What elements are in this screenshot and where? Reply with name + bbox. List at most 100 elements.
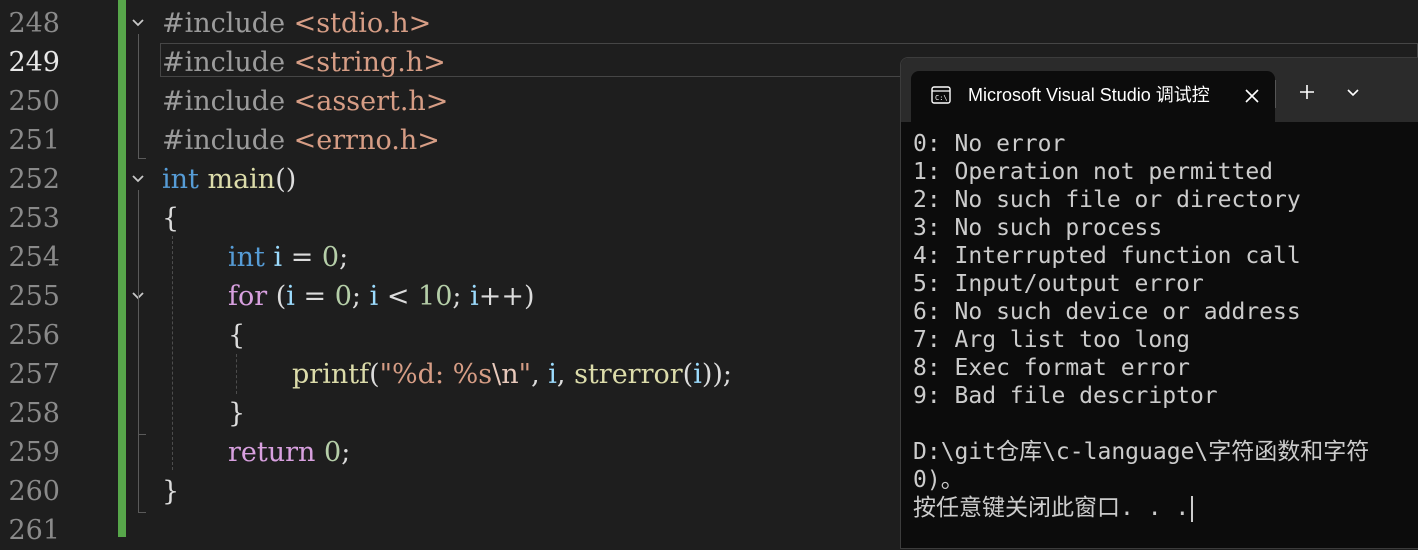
include-header: <stdio.h>	[293, 8, 432, 39]
svg-text:C:\: C:\	[935, 94, 948, 102]
line-number: 261	[8, 515, 60, 546]
function-name: printf	[292, 359, 370, 390]
code-line-249[interactable]: #include <string.h>	[162, 43, 446, 82]
brace: }	[162, 476, 180, 507]
punctuation: (	[267, 281, 287, 312]
preprocessor-directive: #include	[162, 47, 286, 78]
line-number: 253	[8, 203, 60, 234]
close-icon[interactable]	[1241, 85, 1263, 107]
fold-guide-line	[138, 34, 139, 158]
line-number: 248	[8, 8, 60, 39]
string-literal: "%d: %s	[379, 359, 493, 390]
console-output-line: 3: No such process	[913, 215, 1163, 241]
terminal-icon: C:\	[931, 85, 951, 105]
console-output-line: 7: Arg list too long	[913, 327, 1190, 353]
console-tab[interactable]: C:\ Microsoft Visual Studio 调试控	[911, 71, 1275, 122]
function-name: strerror	[574, 359, 683, 390]
indent-guide	[172, 236, 173, 470]
variable: i	[548, 359, 557, 390]
function-name: main	[207, 164, 276, 195]
punctuation: ()	[275, 164, 297, 195]
fold-guide-end	[138, 512, 146, 513]
console-prompt-line: 按任意键关闭此窗口. . .	[913, 494, 1418, 522]
include-header: <errno.h>	[293, 125, 440, 156]
console-tab-title: Microsoft Visual Studio 调试控	[968, 85, 1210, 105]
operator: ++)	[478, 281, 535, 312]
code-line-260[interactable]: }	[162, 472, 179, 511]
operator: <	[378, 281, 419, 312]
console-output-line: 0)。	[913, 467, 964, 493]
punctuation: (	[369, 359, 380, 390]
punctuation: ,	[531, 359, 549, 390]
console-output-line: 6: No such device or address	[913, 299, 1301, 325]
code-line-256[interactable]: {	[228, 316, 245, 355]
fold-chevron-icon[interactable]	[131, 16, 145, 30]
number: 10	[418, 281, 453, 312]
punctuation: ,	[556, 359, 575, 390]
tab-divider	[1275, 80, 1276, 108]
control-keyword: for	[228, 281, 268, 312]
include-header: <string.h>	[293, 47, 446, 78]
escape-sequence: \n	[492, 359, 519, 390]
number: 0	[324, 437, 342, 468]
code-line-254[interactable]: int i = 0;	[228, 238, 348, 277]
plus-icon[interactable]	[1295, 80, 1319, 104]
keyword: int	[228, 242, 265, 273]
code-editor[interactable]: 248 249 250 251 252 253 254 255 256 257 …	[0, 0, 1418, 549]
code-line-252[interactable]: int main()	[162, 160, 296, 199]
fold-guide-end	[138, 158, 146, 159]
line-number: 255	[8, 281, 60, 312]
punctuation: ;	[452, 281, 471, 312]
code-line-255[interactable]: for (i = 0; i < 10; i++)	[228, 277, 535, 316]
code-line-258[interactable]: }	[228, 394, 245, 433]
variable: i	[470, 281, 479, 312]
code-line-253[interactable]: {	[162, 199, 179, 238]
line-number: 250	[8, 86, 60, 117]
console-output[interactable]: 0: No error 1: Operation not permitted 2…	[913, 130, 1418, 522]
string-literal: "	[518, 359, 532, 390]
punctuation: ;	[341, 437, 351, 468]
console-output-line: 2: No such file or directory	[913, 187, 1301, 213]
debug-console-window[interactable]: C:\ Microsoft Visual Studio 调试控 0: No er…	[900, 57, 1418, 549]
code-line-257[interactable]: printf("%d: %s\n", i, strerror(i));	[292, 355, 732, 394]
line-number: 256	[8, 320, 60, 351]
control-keyword: return	[228, 437, 316, 468]
line-number-current: 249	[8, 47, 60, 78]
code-line-259[interactable]: return 0;	[228, 433, 350, 472]
preprocessor-directive: #include	[162, 86, 286, 117]
line-number: 257	[8, 359, 60, 390]
punctuation: ));	[701, 359, 733, 390]
variable: i	[693, 359, 702, 390]
brace: {	[228, 320, 246, 351]
number: 0	[334, 281, 352, 312]
code-line-251[interactable]: #include <errno.h>	[162, 121, 440, 160]
fold-chevron-icon[interactable]	[131, 172, 145, 186]
text-cursor	[1191, 495, 1194, 522]
console-output-line: 4: Interrupted function call	[913, 243, 1301, 269]
console-output-line: 1: Operation not permitted	[913, 159, 1274, 185]
variable: i	[286, 281, 295, 312]
line-number: 260	[8, 476, 60, 507]
fold-guide-end	[138, 434, 146, 435]
brace: }	[228, 398, 246, 429]
operator: =	[294, 281, 335, 312]
code-line-248[interactable]: #include <stdio.h>	[162, 4, 431, 43]
operator: =	[282, 242, 322, 273]
line-number: 251	[8, 125, 60, 156]
console-output-line: 0: No error	[913, 131, 1066, 157]
console-output-line: 5: Input/output error	[913, 271, 1204, 297]
brace: {	[162, 203, 180, 234]
code-line-250[interactable]: #include <assert.h>	[162, 82, 448, 121]
console-prompt-text: 按任意键关闭此窗口. . .	[913, 495, 1190, 521]
preprocessor-directive: #include	[162, 125, 286, 156]
variable: i	[273, 242, 283, 273]
line-number: 252	[8, 164, 60, 195]
chevron-down-icon[interactable]	[1343, 82, 1363, 102]
fold-guide-line	[138, 308, 139, 434]
include-header: <assert.h>	[293, 86, 449, 117]
number: 0	[321, 242, 340, 273]
punctuation: ;	[351, 281, 370, 312]
variable: i	[369, 281, 379, 312]
line-number: 258	[8, 398, 60, 429]
